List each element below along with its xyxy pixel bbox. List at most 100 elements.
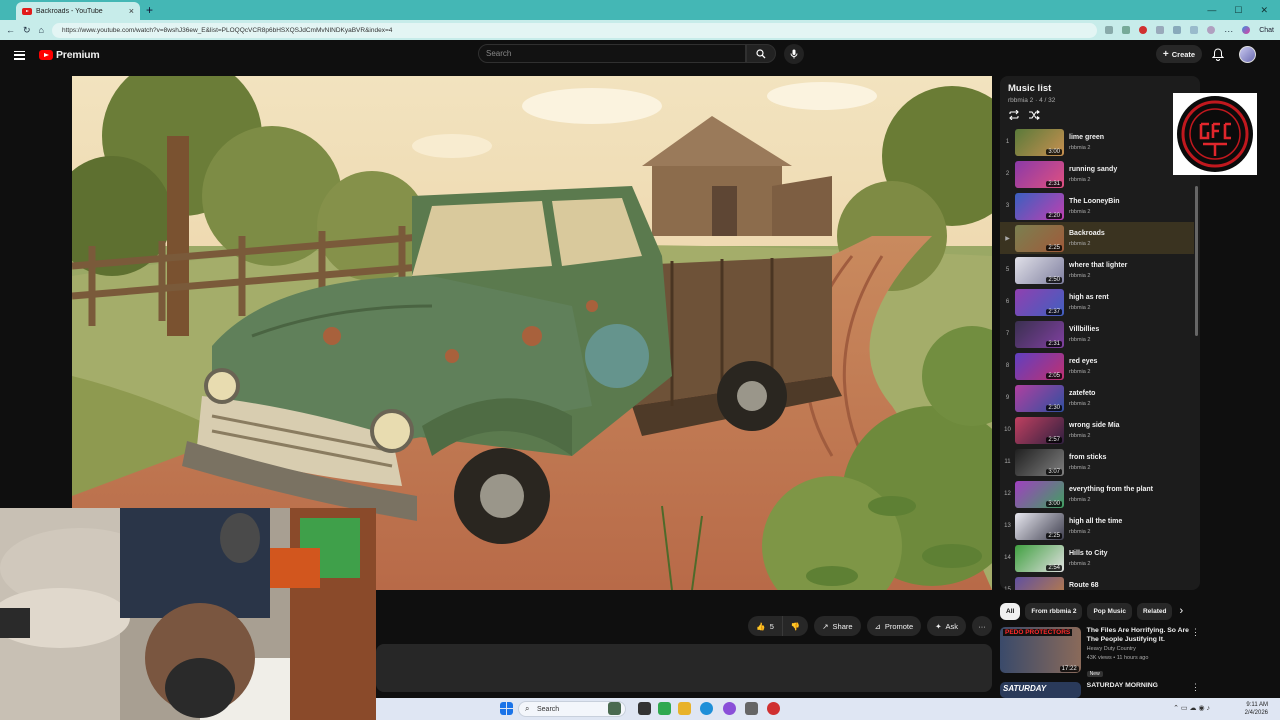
playlist-item-thumbnail[interactable]: 2:25 bbox=[1015, 224, 1064, 252]
recommended-thumbnail[interactable]: PEDO PROTECTORS 17:22 bbox=[1000, 627, 1081, 673]
new-tab-icon[interactable]: + bbox=[146, 3, 153, 17]
reader-mode-icon[interactable] bbox=[1105, 26, 1114, 34]
recommended-video[interactable]: PEDO PROTECTORS 17:22 The Files Are Horr… bbox=[1000, 627, 1200, 677]
playlist-item[interactable]: 12 3:00 everything from the plant rbbmia 2 bbox=[1000, 478, 1194, 510]
playlist-item-title[interactable]: Hills to City bbox=[1069, 549, 1108, 558]
filter-chip[interactable]: Related bbox=[1136, 602, 1173, 620]
dislike-button[interactable]: 👎 bbox=[782, 616, 809, 636]
playlist-item-thumbnail[interactable]: 2:54 bbox=[1015, 544, 1064, 572]
playlist-item-thumbnail[interactable]: 3:00 bbox=[1015, 128, 1064, 156]
recording-app-icon[interactable] bbox=[767, 702, 780, 715]
like-button[interactable]: 👍 5 bbox=[748, 616, 783, 636]
loop-icon[interactable] bbox=[1008, 110, 1020, 120]
playlist-item-thumbnail[interactable]: 2:20 bbox=[1015, 192, 1064, 220]
playlist-item-title[interactable]: Backroads bbox=[1069, 229, 1105, 238]
extension-red-icon[interactable] bbox=[1139, 26, 1148, 34]
search-button[interactable] bbox=[746, 44, 776, 63]
filter-chip[interactable]: Pop Music bbox=[1087, 602, 1132, 620]
edge-browser-icon[interactable] bbox=[700, 702, 713, 715]
recommended-title[interactable]: The Files Are Horrifying. So Are The Peo… bbox=[1087, 627, 1189, 644]
voice-search-button[interactable] bbox=[784, 44, 804, 64]
playlist-item[interactable]: 9 2:30 zatefeto rbbmia 2 bbox=[1000, 382, 1194, 414]
playlist-item-title[interactable]: everything from the plant bbox=[1069, 485, 1153, 494]
profile-icon[interactable] bbox=[1207, 26, 1216, 34]
playlist-item-thumbnail[interactable]: 2:31 bbox=[1015, 160, 1064, 188]
playlist-item[interactable]: 2 2:31 running sandy rbbmia 2 bbox=[1000, 158, 1194, 190]
recommended-thumbnail[interactable]: SATURDAY bbox=[1000, 682, 1081, 698]
browser-tab[interactable]: Backroads - YouTube × bbox=[16, 2, 140, 20]
playlist-item-title[interactable]: Villbillies bbox=[1069, 325, 1099, 334]
home-icon[interactable]: ⌂ bbox=[39, 25, 44, 35]
hamburger-menu-icon[interactable] bbox=[14, 50, 25, 60]
playlist-item[interactable]: 14 2:54 Hills to City rbbmia 2 bbox=[1000, 542, 1194, 574]
create-button[interactable]: + Create bbox=[1156, 45, 1202, 63]
playlist-title[interactable]: Music list bbox=[1008, 83, 1192, 94]
playlist-item-thumbnail[interactable]: 2:50 bbox=[1015, 256, 1064, 284]
search-input[interactable]: Search bbox=[478, 44, 746, 63]
filter-chip[interactable]: From rbbmia 2 bbox=[1025, 602, 1083, 620]
recommended-video[interactable]: SATURDAY SATURDAY MORNING ⋮ bbox=[1000, 682, 1200, 698]
playlist-item[interactable]: 6 2:37 high as rent rbbmia 2 bbox=[1000, 286, 1194, 318]
playlist-item-title[interactable]: wrong side Mia bbox=[1069, 421, 1120, 430]
promote-button[interactable]: ⊿ Promote bbox=[866, 616, 922, 636]
shuffle-icon[interactable] bbox=[1028, 110, 1040, 120]
playlist-item-thumbnail[interactable]: 2:31 bbox=[1015, 320, 1064, 348]
playlist-item-title[interactable]: high all the time bbox=[1069, 517, 1122, 526]
share-button[interactable]: ↗ Share bbox=[814, 616, 861, 636]
youtube-premium-logo[interactable]: Premium bbox=[39, 49, 100, 61]
more-vertical-icon[interactable]: ⋮ bbox=[1191, 627, 1200, 677]
account-avatar[interactable] bbox=[1239, 46, 1256, 63]
maximize-icon[interactable]: ☐ bbox=[1234, 5, 1242, 16]
windows-start-icon[interactable] bbox=[500, 702, 513, 715]
playlist-item-thumbnail[interactable]: 3:07 bbox=[1015, 448, 1064, 476]
minimize-icon[interactable]: — bbox=[1207, 5, 1216, 16]
copilot-icon[interactable] bbox=[1242, 26, 1251, 34]
playlist-item[interactable]: 15 Route 68rbbmia 2 bbox=[1000, 574, 1194, 590]
favorites-bar-icon[interactable] bbox=[1190, 26, 1199, 34]
description-box[interactable] bbox=[376, 644, 992, 692]
tab-close-icon[interactable]: × bbox=[129, 6, 134, 16]
reload-icon[interactable]: ↻ bbox=[23, 25, 31, 36]
recommended-channel[interactable]: Heavy Duty Country bbox=[1087, 646, 1189, 653]
chevron-right-icon[interactable]: › bbox=[1179, 605, 1183, 617]
extension-icon[interactable] bbox=[1156, 26, 1165, 34]
address-bar[interactable]: https://www.youtube.com/watch?v=8wshJ36e… bbox=[51, 22, 1098, 38]
playlist-item-thumbnail[interactable] bbox=[1015, 576, 1064, 590]
chat-label[interactable]: Chat bbox=[1259, 27, 1274, 34]
favorite-icon[interactable] bbox=[1122, 26, 1131, 34]
playlist-item[interactable]: 13 2:25 high all the time rbbmia 2 bbox=[1000, 510, 1194, 542]
playlist-item-title[interactable]: lime green bbox=[1069, 133, 1104, 142]
task-view-icon[interactable] bbox=[638, 702, 651, 715]
playlist-item-thumbnail[interactable]: 2:30 bbox=[1015, 384, 1064, 412]
notifications-bell-icon[interactable] bbox=[1212, 48, 1224, 61]
close-window-icon[interactable]: ✕ bbox=[1260, 5, 1268, 16]
recommended-title[interactable]: SATURDAY MORNING bbox=[1087, 682, 1189, 691]
system-tray-icons[interactable]: ⌃ ▭ ☁ ◉ ♪ bbox=[1173, 704, 1210, 712]
filter-chip[interactable]: All bbox=[1000, 602, 1021, 620]
playlist-item-title[interactable]: where that lighter bbox=[1069, 261, 1127, 270]
playlist-item-thumbnail[interactable]: 2:25 bbox=[1015, 512, 1064, 540]
file-explorer-icon[interactable] bbox=[678, 702, 691, 715]
playlist-item-title[interactable]: The LooneyBin bbox=[1069, 197, 1120, 206]
more-vertical-icon[interactable]: ⋮ bbox=[1191, 682, 1200, 698]
playlist-item-thumbnail[interactable]: 2:37 bbox=[1015, 288, 1064, 316]
playlist-item-title[interactable]: from sticks bbox=[1069, 453, 1106, 462]
playlist-item[interactable]: 7 2:31 Villbillies rbbmia 2 bbox=[1000, 318, 1194, 350]
playlist-item-title[interactable]: zatefeto bbox=[1069, 389, 1095, 398]
more-actions-button[interactable]: ··· bbox=[972, 616, 992, 636]
playlist-item-title[interactable]: Route 68 bbox=[1069, 581, 1099, 590]
camera-app-icon[interactable] bbox=[745, 702, 758, 715]
playlist-item-title[interactable]: high as rent bbox=[1069, 293, 1109, 302]
back-icon[interactable]: ← bbox=[6, 25, 15, 35]
playlist-item-thumbnail[interactable]: 3:00 bbox=[1015, 480, 1064, 508]
app-icon[interactable] bbox=[658, 702, 671, 715]
news-widget-icon[interactable] bbox=[608, 702, 621, 715]
playlist-item-thumbnail[interactable]: 2:05 bbox=[1015, 352, 1064, 380]
playlist-item[interactable]: 1 3:00 lime green rbbmia 2 bbox=[1000, 126, 1194, 158]
playlist-item[interactable]: 5 2:50 where that lighter rbbmia 2 bbox=[1000, 254, 1194, 286]
ask-button[interactable]: ✦ Ask bbox=[927, 616, 966, 636]
more-menu-icon[interactable]: ··· bbox=[1224, 26, 1233, 36]
app-icon[interactable] bbox=[723, 702, 736, 715]
playlist-item[interactable]: 8 2:05 red eyes rbbmia 2 bbox=[1000, 350, 1194, 382]
playlist-item-title[interactable]: red eyes bbox=[1069, 357, 1097, 366]
